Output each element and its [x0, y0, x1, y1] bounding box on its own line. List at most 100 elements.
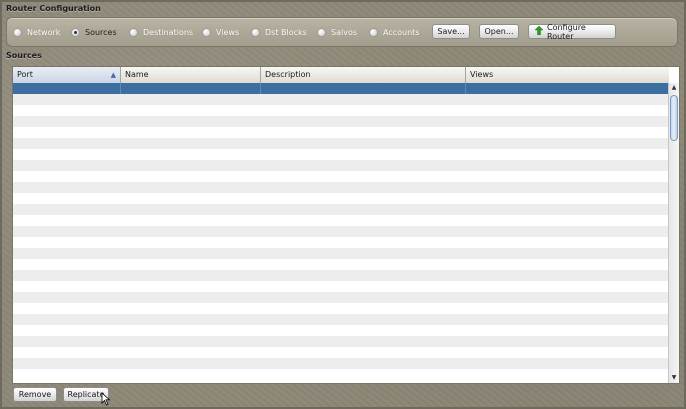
table-cell	[13, 182, 121, 193]
remove-button[interactable]: Remove	[13, 387, 57, 402]
table-row-selected[interactable]	[13, 83, 669, 94]
table-cell	[13, 171, 121, 182]
table-row[interactable]	[13, 171, 669, 182]
table-cell	[261, 171, 466, 182]
table-row[interactable]	[13, 248, 669, 259]
radio-salvos[interactable]: Salvos	[317, 26, 357, 38]
radio-accounts[interactable]: Accounts	[369, 26, 419, 38]
column-header-port[interactable]: Port ▲	[13, 67, 121, 83]
table-cell	[121, 116, 261, 127]
table-row[interactable]	[13, 281, 669, 292]
configure-router-button[interactable]: Configure Router	[528, 22, 616, 41]
table-cell	[466, 204, 669, 215]
table-row[interactable]	[13, 358, 669, 369]
table-cell	[13, 94, 121, 105]
radio-label: Destinations	[143, 27, 194, 37]
table-cell	[121, 149, 261, 160]
radio-views[interactable]: Views	[202, 26, 239, 38]
table-cell	[261, 281, 466, 292]
table-row[interactable]	[13, 204, 669, 215]
table-cell	[261, 160, 466, 171]
table-row[interactable]	[13, 138, 669, 149]
table-row[interactable]	[13, 127, 669, 138]
table-row[interactable]	[13, 259, 669, 270]
table-row[interactable]	[13, 369, 669, 380]
radio-network[interactable]: Network	[13, 26, 60, 38]
table-cell	[121, 127, 261, 138]
scroll-thumb[interactable]	[670, 95, 678, 141]
table-cell	[13, 193, 121, 204]
table-row[interactable]	[13, 215, 669, 226]
radio-dst-blocks[interactable]: Dst Blocks	[251, 26, 307, 38]
radio-label: Sources	[85, 27, 117, 37]
table-cell	[13, 127, 121, 138]
table-cell	[121, 215, 261, 226]
table-body[interactable]	[13, 83, 669, 383]
table-cell	[121, 358, 261, 369]
table-row[interactable]	[13, 105, 669, 116]
table-cell	[121, 248, 261, 259]
table-cell	[121, 347, 261, 358]
table-row[interactable]	[13, 314, 669, 325]
table-row[interactable]	[13, 347, 669, 358]
column-header-views[interactable]: Views	[466, 67, 669, 83]
table-row[interactable]	[13, 116, 669, 127]
column-label: Port	[17, 70, 33, 79]
configure-router-label: Configure Router	[547, 22, 586, 41]
table-cell	[261, 259, 466, 270]
table-cell	[13, 226, 121, 237]
table-row[interactable]	[13, 94, 669, 105]
scroll-down-icon[interactable]: ▼	[669, 373, 679, 383]
scroll-up-icon[interactable]: ▲	[669, 83, 679, 93]
table-row[interactable]	[13, 336, 669, 347]
table-cell	[121, 160, 261, 171]
table-row[interactable]	[13, 237, 669, 248]
radio-label: Accounts	[383, 27, 420, 37]
table-row[interactable]	[13, 193, 669, 204]
open-button[interactable]: Open...	[479, 24, 519, 39]
table-cell	[466, 193, 669, 204]
table-cell	[261, 237, 466, 248]
table-row[interactable]	[13, 325, 669, 336]
table-cell	[261, 193, 466, 204]
radio-dot	[13, 27, 22, 37]
table-cell	[13, 369, 121, 380]
column-header-name[interactable]: Name	[121, 67, 261, 83]
radio-sources[interactable]: Sources	[71, 26, 117, 38]
table-cell	[121, 369, 261, 380]
table-cell	[466, 303, 669, 314]
table-cell	[121, 325, 261, 336]
table-cell	[466, 325, 669, 336]
table-row[interactable]	[13, 182, 669, 193]
save-button[interactable]: Save...	[432, 24, 470, 39]
table-cell	[261, 215, 466, 226]
table-cell	[466, 248, 669, 259]
column-label: Name	[125, 70, 149, 79]
table-row[interactable]	[13, 160, 669, 171]
table-cell	[466, 138, 669, 149]
table-cell	[261, 314, 466, 325]
column-label: Views	[470, 70, 494, 79]
column-label: Description	[265, 70, 311, 79]
column-header-description[interactable]: Description	[261, 67, 466, 83]
radio-destinations[interactable]: Destinations	[129, 26, 193, 38]
table-row[interactable]	[13, 303, 669, 314]
table-row[interactable]	[13, 226, 669, 237]
table-cell	[13, 215, 121, 226]
table-cell	[466, 94, 669, 105]
table-cell	[13, 281, 121, 292]
table-row[interactable]	[13, 149, 669, 160]
table-row[interactable]	[13, 292, 669, 303]
table-cell	[13, 160, 121, 171]
table-cell	[13, 336, 121, 347]
table-cell	[13, 347, 121, 358]
radio-dot	[129, 27, 138, 37]
radio-dot	[202, 27, 211, 37]
table-cell	[261, 149, 466, 160]
table-cell	[466, 259, 669, 270]
table-row[interactable]	[13, 270, 669, 281]
vertical-scrollbar[interactable]: ▲ ▼	[668, 83, 679, 383]
table-cell	[261, 127, 466, 138]
table-cell	[466, 358, 669, 369]
table-cell	[121, 292, 261, 303]
